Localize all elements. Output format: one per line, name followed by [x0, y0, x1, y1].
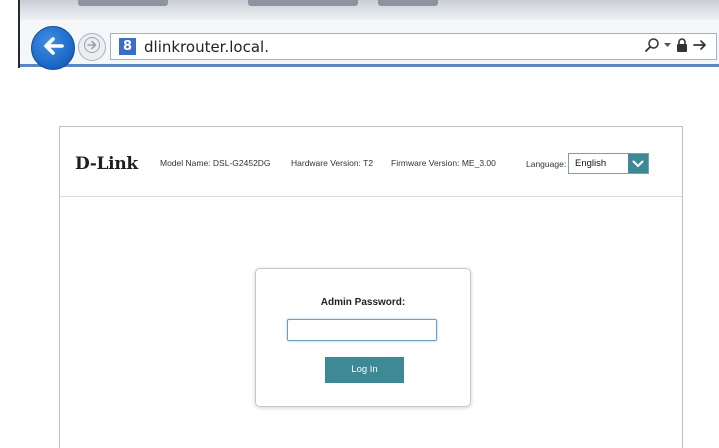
dlink-logo: D-Link — [75, 154, 138, 174]
browser-tab-strip — [18, 0, 719, 20]
navigation-bar-border — [20, 64, 719, 67]
tab-strip-marker — [248, 0, 358, 6]
browser-chrome: 8 dlinkrouter.local. — [0, 0, 719, 72]
search-icon[interactable] — [644, 37, 660, 58]
login-button[interactable]: Log In — [325, 357, 404, 383]
admin-password-label: Admin Password: — [320, 297, 406, 308]
hardware-version: Hardware Version: T2 — [291, 158, 374, 168]
forward-button[interactable] — [78, 33, 106, 61]
login-panel: Admin Password: Log In — [255, 268, 471, 407]
router-page: D-Link Model Name: DSL-G2452DG Hardware … — [59, 126, 683, 448]
chevron-down-icon[interactable] — [628, 154, 648, 173]
language-select[interactable]: English — [568, 153, 649, 174]
tab-strip-marker — [78, 0, 168, 6]
router-header: D-Link Model Name: DSL-G2452DG Hardware … — [60, 127, 682, 197]
back-arrow-icon — [40, 33, 66, 64]
language-label: Language: — [526, 159, 567, 169]
admin-password-input[interactable] — [287, 319, 437, 341]
firmware-version: Firmware Version: ME_3.00 — [391, 158, 496, 168]
back-button[interactable] — [31, 26, 75, 70]
site-favicon: 8 — [119, 38, 136, 55]
address-url[interactable]: dlinkrouter.local. — [144, 37, 269, 57]
address-bar[interactable]: 8 dlinkrouter.local. — [110, 33, 717, 60]
lock-icon[interactable] — [675, 37, 689, 58]
dropdown-icon[interactable] — [663, 37, 672, 58]
forward-arrow-icon — [83, 36, 101, 59]
tab-strip-marker — [378, 0, 438, 6]
language-selected-value: English — [575, 158, 607, 169]
address-bar-tools — [644, 37, 708, 57]
go-arrow-icon[interactable] — [692, 37, 708, 58]
model-name: Model Name: DSL-G2452DG — [160, 158, 271, 168]
